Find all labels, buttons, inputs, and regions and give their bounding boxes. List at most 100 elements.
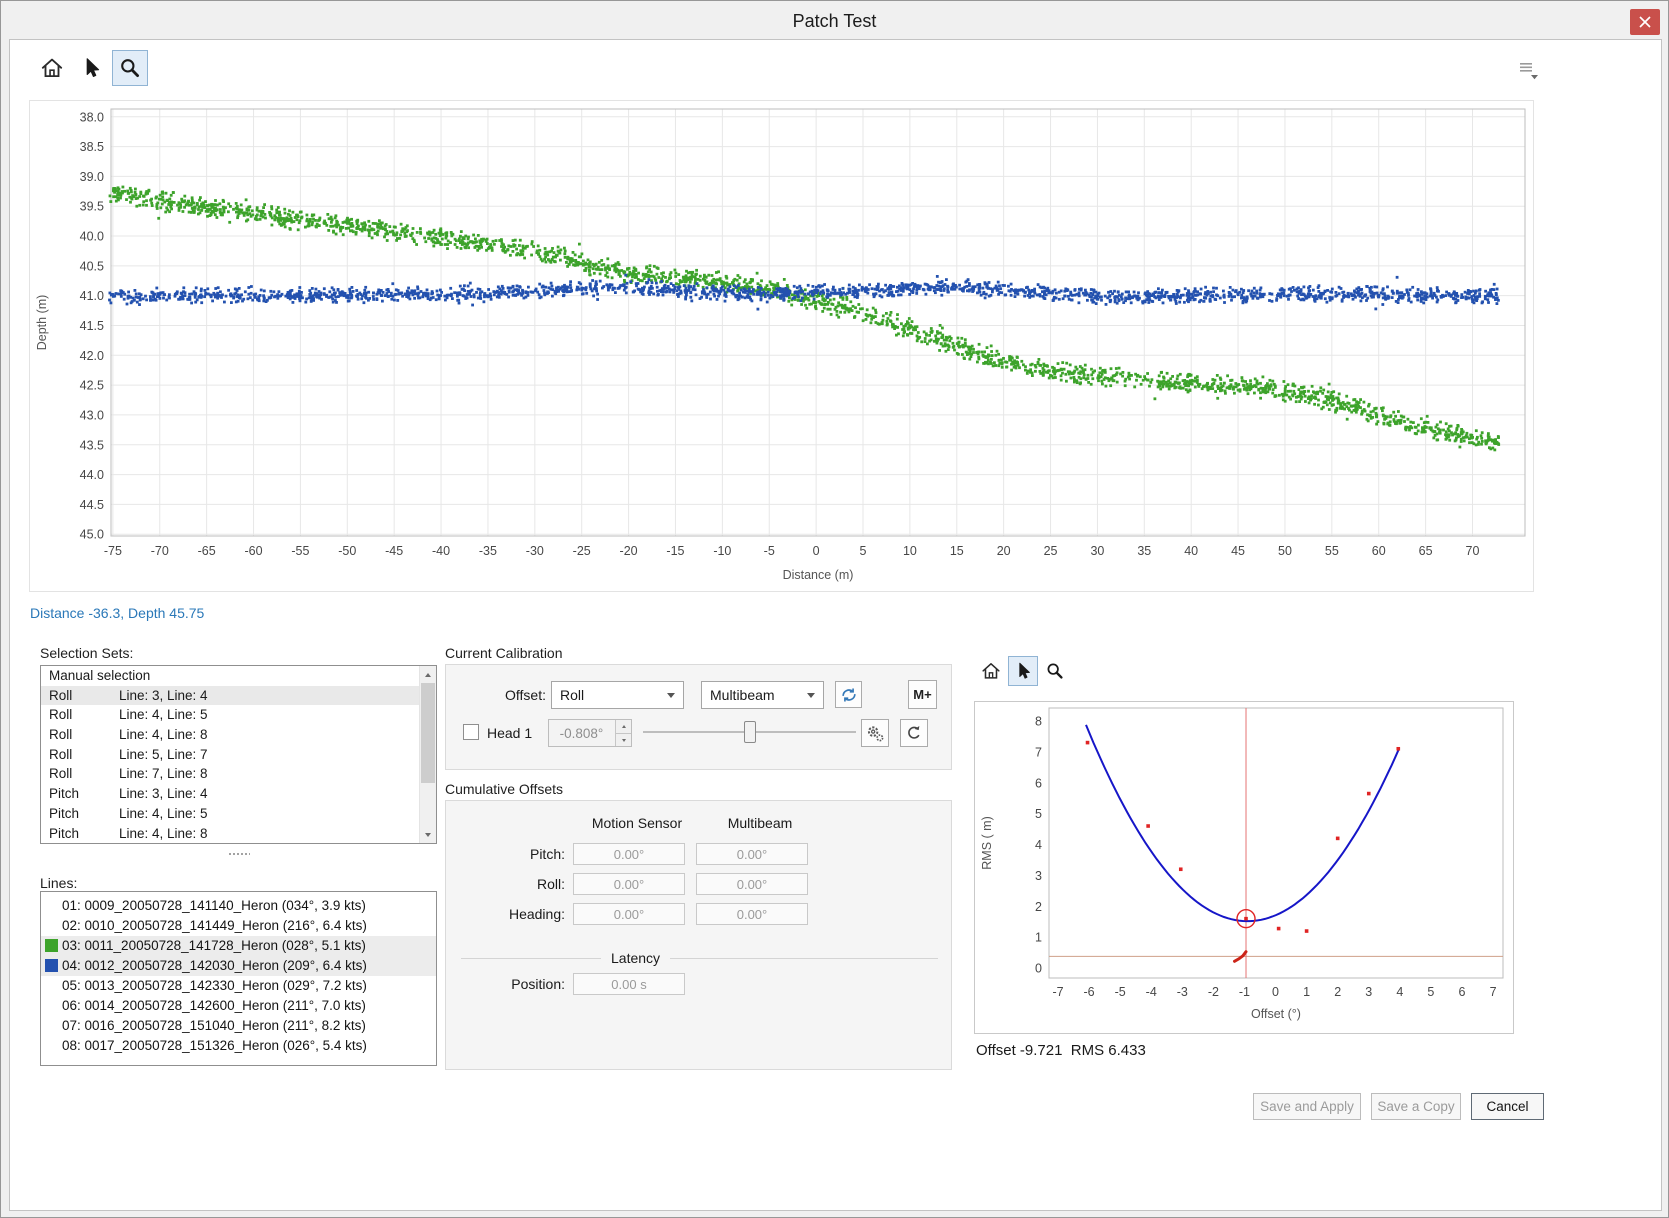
rms-zoom-tool-button[interactable] xyxy=(1040,656,1070,686)
cursor-icon xyxy=(78,55,104,81)
line-item[interactable]: 06: 0014_20050728_142600_Heron (211°, 7.… xyxy=(41,996,436,1016)
refresh-button[interactable] xyxy=(835,681,862,708)
svg-text:60: 60 xyxy=(1372,544,1386,558)
refresh-icon xyxy=(839,685,859,705)
line-item-label: 07: 0016_20050728_151040_Heron (211°, 8.… xyxy=(62,1018,366,1033)
selection-set-lines: Line: 3, Line: 4 xyxy=(119,784,208,804)
selection-set-item[interactable]: RollLine: 5, Line: 7 xyxy=(41,745,419,765)
line-color-swatch xyxy=(45,959,58,972)
scroll-down-button[interactable] xyxy=(420,826,436,843)
memory-add-button[interactable]: M+ xyxy=(908,680,937,709)
rms-home-button[interactable] xyxy=(976,656,1006,686)
selection-sets-scrollbar[interactable] xyxy=(419,666,436,843)
selection-set-item[interactable]: PitchLine: 4, Line: 5 xyxy=(41,804,419,824)
selection-set-item[interactable]: PitchLine: 3, Line: 4 xyxy=(41,784,419,804)
rms-chart[interactable]: 012345678-7-6-5-4-3-2-101234567Offset (°… xyxy=(974,701,1514,1034)
pitch-row: Pitch: 0.00° 0.00° xyxy=(461,839,819,869)
splitter-grip[interactable] xyxy=(228,852,250,857)
list-menu-icon xyxy=(1517,61,1541,81)
save-and-apply-button[interactable]: Save and Apply xyxy=(1253,1093,1361,1120)
svg-text:7: 7 xyxy=(1035,745,1042,759)
svg-text:-5: -5 xyxy=(1115,985,1126,999)
svg-text:38.0: 38.0 xyxy=(80,110,104,124)
lines-list[interactable]: 01: 0009_20050728_141140_Heron (034°, 3.… xyxy=(40,891,437,1066)
svg-text:-2: -2 xyxy=(1208,985,1219,999)
svg-text:43.0: 43.0 xyxy=(80,408,104,422)
cumulative-offsets-panel: Motion Sensor Multibeam Pitch: 0.00° 0.0… xyxy=(445,800,952,1070)
svg-text:-10: -10 xyxy=(713,544,731,558)
offset-slider[interactable] xyxy=(643,720,856,744)
selection-set-lines: Line: 4, Line: 5 xyxy=(119,705,208,725)
line-item[interactable]: 02: 0010_20050728_141449_Heron (216°, 6.… xyxy=(41,916,436,936)
line-item[interactable]: 05: 0013_20050728_142330_Heron (029°, 7.… xyxy=(41,976,436,996)
offset-label: Offset: xyxy=(461,687,546,703)
cursor-position-readout: Distance -36.3, Depth 45.75 xyxy=(30,605,204,621)
zoom-tool-button[interactable] xyxy=(112,50,148,86)
svg-text:35: 35 xyxy=(1137,544,1151,558)
magnifier-icon xyxy=(117,55,143,81)
save-a-copy-button[interactable]: Save a Copy xyxy=(1371,1093,1461,1120)
head1-checkbox[interactable] xyxy=(463,724,479,740)
svg-text:2: 2 xyxy=(1035,900,1042,914)
triangle-down-icon xyxy=(622,739,626,742)
svg-text:55: 55 xyxy=(1325,544,1339,558)
selection-set-item[interactable]: RollLine: 4, Line: 8 xyxy=(41,725,419,745)
undo-button[interactable] xyxy=(900,719,928,747)
close-button[interactable] xyxy=(1630,9,1660,35)
svg-text:42.0: 42.0 xyxy=(80,349,104,363)
undo-icon xyxy=(904,723,924,743)
svg-text:Offset (°): Offset (°) xyxy=(1251,1007,1301,1021)
slider-thumb[interactable] xyxy=(744,721,756,743)
settings-button[interactable] xyxy=(861,719,889,747)
scroll-up-button[interactable] xyxy=(420,666,436,683)
svg-text:44.0: 44.0 xyxy=(80,468,104,482)
svg-text:Depth (m): Depth (m) xyxy=(35,295,49,351)
chart-options-button[interactable] xyxy=(1516,60,1542,82)
position-latency-field: 0.00 s xyxy=(573,973,685,995)
line-item[interactable]: 08: 0017_20050728_151326_Heron (026°, 5.… xyxy=(41,1036,436,1056)
cancel-button[interactable]: Cancel xyxy=(1471,1093,1544,1120)
scroll-thumb[interactable] xyxy=(421,683,435,783)
selection-set-item[interactable]: RollLine: 3, Line: 4 xyxy=(41,686,419,706)
svg-text:38.5: 38.5 xyxy=(80,140,104,154)
svg-text:-60: -60 xyxy=(244,544,262,558)
svg-text:1: 1 xyxy=(1035,931,1042,945)
selection-set-lines: Line: 4, Line: 8 xyxy=(119,824,208,844)
depth-profile-chart[interactable]: 38.038.539.039.540.040.541.041.542.042.5… xyxy=(29,100,1534,592)
svg-text:40: 40 xyxy=(1184,544,1198,558)
selection-set-item[interactable]: RollLine: 7, Line: 8 xyxy=(41,764,419,784)
selection-set-type: Roll xyxy=(49,705,119,725)
line-item-label: 04: 0012_20050728_142030_Heron (209°, 6.… xyxy=(62,958,367,973)
line-item[interactable]: 03: 0011_20050728_141728_Heron (028°, 5.… xyxy=(41,936,436,956)
home-button[interactable] xyxy=(34,50,70,86)
spin-down-button[interactable] xyxy=(616,733,631,746)
svg-text:0: 0 xyxy=(1035,962,1042,976)
cumulative-rows: Pitch: 0.00° 0.00° Roll: 0.00° 0.00° Hea… xyxy=(461,839,819,929)
offset-target-combobox[interactable]: Multibeam xyxy=(701,681,824,709)
line-item[interactable]: 01: 0009_20050728_141140_Heron (034°, 3.… xyxy=(41,896,436,916)
head-offset-spinbox[interactable]: -0.808° xyxy=(548,719,632,747)
svg-text:-30: -30 xyxy=(526,544,544,558)
selection-sets-list[interactable]: Manual selectionRollLine: 3, Line: 4Roll… xyxy=(40,665,437,844)
line-item[interactable]: 07: 0016_20050728_151040_Heron (211°, 8.… xyxy=(41,1016,436,1036)
svg-text:65: 65 xyxy=(1419,544,1433,558)
svg-text:39.0: 39.0 xyxy=(80,170,104,184)
rms-chart-toolbar xyxy=(976,656,1070,686)
selection-set-type: Roll xyxy=(49,686,119,706)
svg-text:-55: -55 xyxy=(291,544,309,558)
spin-up-button[interactable] xyxy=(616,720,631,733)
selection-set-item[interactable]: PitchLine: 4, Line: 8 xyxy=(41,824,419,844)
selection-set-item[interactable]: Manual selection xyxy=(41,666,419,686)
offset-type-combobox[interactable]: Roll xyxy=(551,681,684,709)
pointer-tool-button[interactable] xyxy=(73,50,109,86)
home-icon xyxy=(39,55,65,81)
line-item-label: 01: 0009_20050728_141140_Heron (034°, 3.… xyxy=(62,898,366,913)
line-item[interactable]: 04: 0012_20050728_142030_Heron (209°, 6.… xyxy=(41,956,436,976)
svg-text:10: 10 xyxy=(903,544,917,558)
motion-sensor-column-header: Motion Sensor xyxy=(581,815,693,831)
rms-pointer-tool-button[interactable] xyxy=(1008,656,1038,686)
triangle-down-icon xyxy=(425,833,431,837)
selection-set-type: Pitch xyxy=(49,784,119,804)
svg-text:-15: -15 xyxy=(666,544,684,558)
selection-set-item[interactable]: RollLine: 4, Line: 5 xyxy=(41,705,419,725)
